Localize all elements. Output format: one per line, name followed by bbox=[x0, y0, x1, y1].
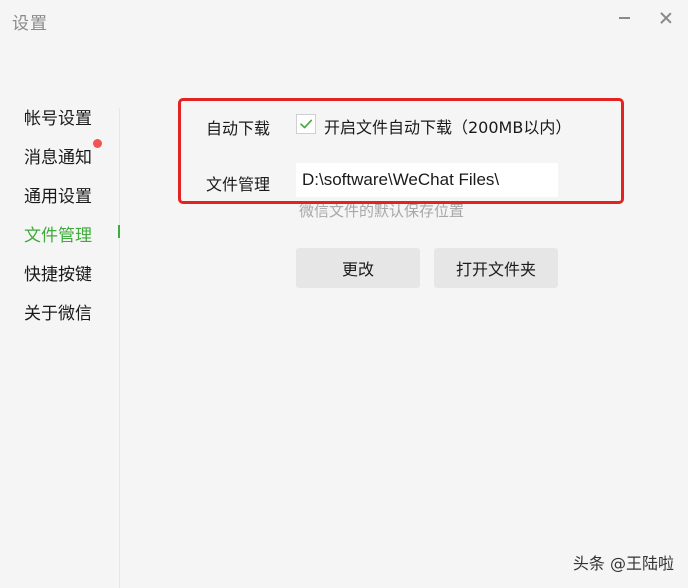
window-title: 设置 bbox=[12, 14, 48, 34]
sidebar-item-account[interactable]: 帐号设置 bbox=[24, 104, 92, 129]
active-tab-indicator bbox=[118, 225, 120, 238]
file-path-field[interactable] bbox=[296, 163, 558, 197]
open-folder-button[interactable]: 打开文件夹 bbox=[434, 248, 558, 288]
sidebar-item-about[interactable]: 关于微信 bbox=[24, 299, 92, 324]
close-icon bbox=[660, 12, 672, 24]
file-management-label: 文件管理 bbox=[206, 175, 271, 194]
close-button[interactable] bbox=[652, 4, 680, 32]
auto-download-checkbox-label[interactable]: 开启文件自动下载（200MB以内） bbox=[324, 114, 571, 138]
sidebar-item-notifications[interactable]: 消息通知 bbox=[24, 143, 92, 168]
sidebar-item-general[interactable]: 通用设置 bbox=[24, 182, 92, 207]
sidebar-item-shortcuts[interactable]: 快捷按键 bbox=[24, 260, 92, 285]
settings-window: 设置 帐号设置 消息通知 通用设置 文件管理 快捷按键 关于微信 自动下载 开启… bbox=[0, 0, 688, 588]
notification-badge-dot bbox=[93, 139, 102, 148]
auto-download-checkbox[interactable] bbox=[296, 114, 316, 134]
minimize-icon bbox=[618, 17, 630, 19]
sidebar-divider bbox=[119, 108, 120, 588]
sidebar-item-file-management[interactable]: 文件管理 bbox=[24, 221, 92, 246]
minimize-button[interactable] bbox=[610, 4, 638, 32]
auto-download-label: 自动下载 bbox=[206, 119, 271, 138]
watermark: 头条 @王陆啦 bbox=[572, 554, 674, 573]
default-location-hint: 微信文件的默认保存位置 bbox=[299, 202, 465, 220]
checkmark-icon bbox=[300, 119, 312, 129]
change-button[interactable]: 更改 bbox=[296, 248, 420, 288]
